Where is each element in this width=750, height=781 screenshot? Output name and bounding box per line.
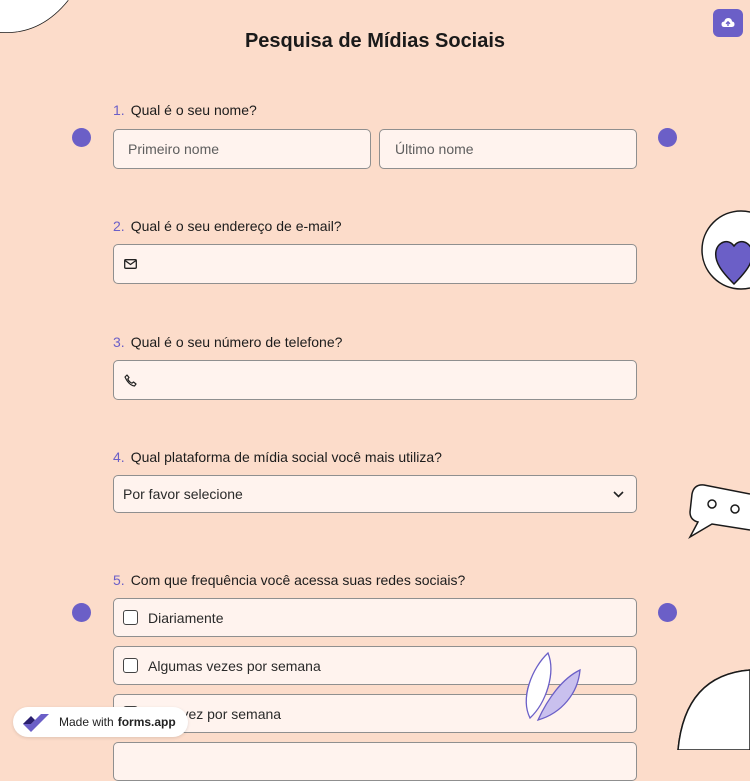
made-with-badge[interactable]: Made with forms.app: [13, 707, 188, 737]
forms-app-logo-icon: [23, 714, 49, 732]
question-number: 4.: [113, 449, 125, 465]
cloud-upload-icon: [721, 18, 735, 27]
decor-dot-right: [658, 603, 677, 622]
question-number: 1.: [113, 102, 125, 118]
question-text: Com que frequência você acessa suas rede…: [130, 572, 466, 588]
question-text: Qual plataforma de mídia social você mai…: [130, 449, 442, 465]
first-name-placeholder: Primeiro nome: [128, 141, 220, 157]
decor-dot-left: [72, 603, 91, 622]
phone-icon: [124, 373, 137, 387]
question-2-label: 2. Qual é o seu endereço de e-mail?: [113, 218, 342, 234]
heart-icon: [701, 210, 750, 290]
chevron-down-icon: [613, 490, 624, 498]
decor-dot-left: [72, 128, 91, 147]
platform-select[interactable]: Por favor selecione: [113, 475, 637, 513]
question-4-label: 4. Qual plataforma de mídia social você m…: [113, 449, 442, 465]
phone-field[interactable]: [113, 360, 637, 400]
checkbox-icon[interactable]: [123, 658, 138, 673]
decor-circle-bottom-right: [677, 669, 750, 750]
mail-icon: [124, 259, 137, 269]
option-checkbox-partial[interactable]: [113, 742, 637, 781]
email-field[interactable]: [113, 244, 637, 284]
first-name-input[interactable]: Primeiro nome: [113, 129, 371, 169]
page-title: Pesquisa de Mídias Sociais: [244, 30, 506, 52]
option-checkbox[interactable]: Diariamente: [113, 598, 637, 637]
question-text: Qual é o seu endereço de e-mail?: [130, 218, 342, 234]
badge-prefix: Made with: [59, 715, 114, 729]
option-label: Diariamente: [148, 609, 224, 626]
checkbox-icon[interactable]: [123, 610, 138, 625]
leaf-decoration-icon: [525, 651, 581, 722]
question-number: 3.: [113, 334, 125, 350]
question-text: Qual é o seu número de telefone?: [130, 334, 343, 350]
question-3-label: 3. Qual é o seu número de telefone?: [113, 334, 342, 350]
platform-select-value: Por favor selecione: [123, 486, 243, 502]
question-number: 5.: [113, 572, 125, 588]
speech-bubble-icon: [688, 484, 750, 540]
last-name-input[interactable]: Último nome: [379, 129, 637, 169]
question-number: 2.: [113, 218, 125, 234]
decor-dot-right: [658, 128, 677, 147]
option-label: Algumas vezes por semana: [148, 657, 321, 674]
question-text: Qual é o seu nome?: [130, 102, 257, 118]
badge-brand: forms.app: [117, 715, 176, 729]
question-5-label: 5. Com que frequência você acessa suas re…: [113, 572, 465, 588]
question-1-label: 1. Qual é o seu nome?: [113, 102, 257, 118]
last-name-placeholder: Último nome: [395, 141, 474, 157]
